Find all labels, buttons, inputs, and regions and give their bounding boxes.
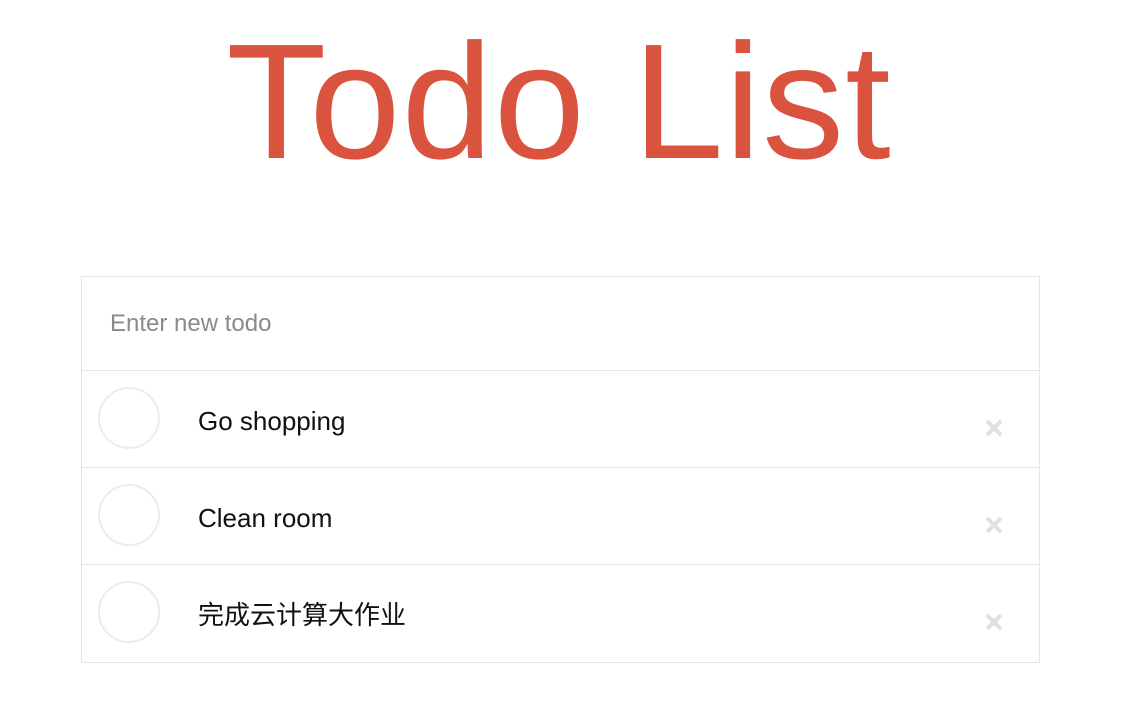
todo-container: Go shopping Clean room 完成云计算大作业 bbox=[81, 276, 1040, 663]
todo-app: Todo List Go shopping Clean room bbox=[0, 0, 1126, 716]
todo-label[interactable]: 完成云计算大作业 bbox=[198, 599, 406, 631]
close-icon[interactable] bbox=[983, 417, 1005, 439]
todo-item: 完成云计算大作业 bbox=[82, 565, 1039, 662]
todo-label[interactable]: Go shopping bbox=[198, 405, 345, 437]
new-todo-input[interactable] bbox=[82, 277, 1039, 371]
close-icon[interactable] bbox=[983, 514, 1005, 536]
todo-list: Go shopping Clean room 完成云计算大作业 bbox=[82, 371, 1039, 662]
circle-checkbox-icon[interactable] bbox=[98, 484, 160, 546]
todo-label[interactable]: Clean room bbox=[198, 502, 332, 534]
todo-item: Clean room bbox=[82, 468, 1039, 565]
page-title: Todo List bbox=[226, 10, 892, 193]
todo-item: Go shopping bbox=[82, 371, 1039, 468]
circle-checkbox-icon[interactable] bbox=[98, 387, 160, 449]
circle-checkbox-icon[interactable] bbox=[98, 581, 160, 643]
close-icon[interactable] bbox=[983, 611, 1005, 633]
